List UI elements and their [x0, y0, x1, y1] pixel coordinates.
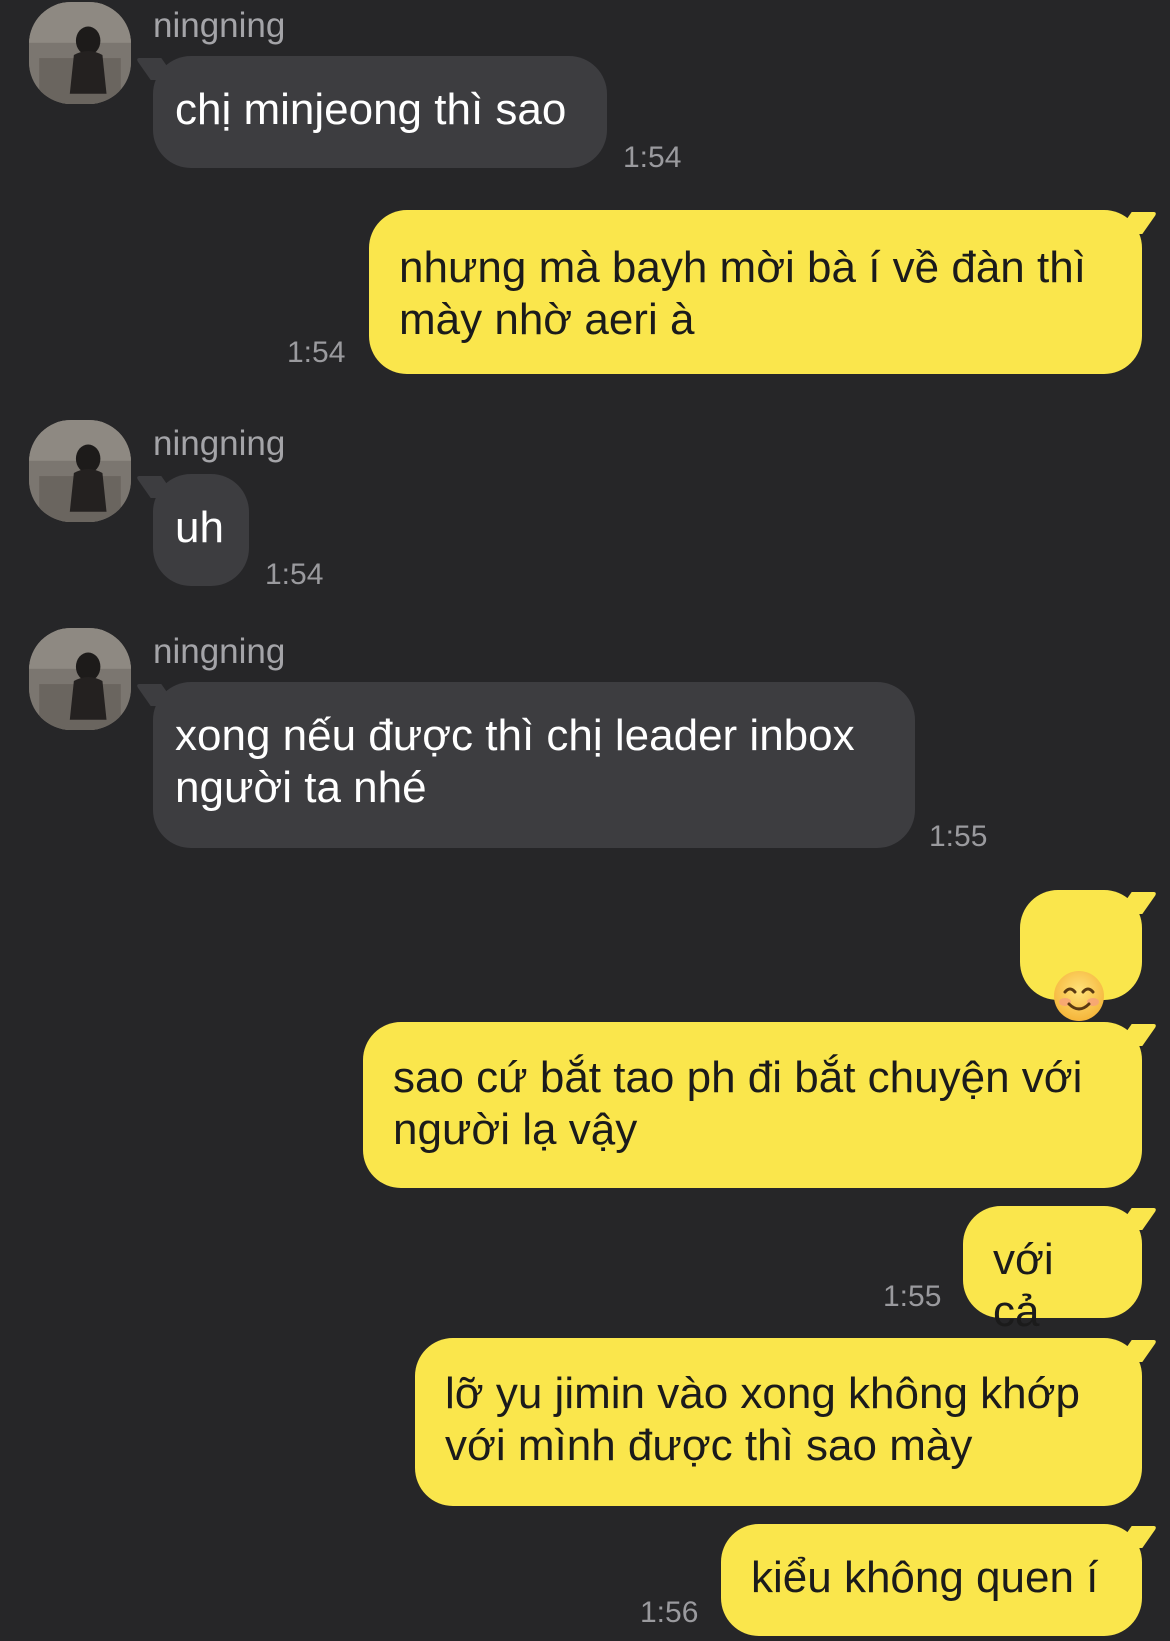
avatar-photo-icon — [29, 2, 131, 104]
message-timestamp: 1:55 — [883, 1280, 942, 1313]
sender-avatar[interactable] — [29, 628, 131, 730]
incoming-message-bubble[interactable]: chị minjeong thì sao — [153, 56, 607, 168]
sender-avatar[interactable] — [29, 420, 131, 522]
sender-name: ningning — [153, 632, 286, 671]
incoming-message-bubble[interactable]: uh — [153, 474, 249, 586]
outgoing-emoji-bubble[interactable] — [1020, 890, 1142, 1021]
outgoing-message-bubble[interactable]: kiểu không quen í — [721, 1524, 1142, 1636]
outgoing-message-bubble[interactable]: sao cứ bắt tao ph đi bắt chuyện với ngườ… — [363, 1022, 1142, 1188]
incoming-message-bubble[interactable]: xong nếu được thì chị leader inbox người… — [153, 682, 915, 848]
outgoing-message-bubble[interactable]: với cả — [963, 1206, 1142, 1336]
avatar-photo-icon — [29, 420, 131, 522]
smiling-face-emoji-icon — [1054, 971, 1104, 1021]
sender-name: ningning — [153, 6, 286, 45]
message-timestamp: 1:54 — [287, 336, 346, 369]
message-timestamp: 1:54 — [623, 141, 682, 174]
outgoing-message-bubble[interactable]: nhưng mà bayh mời bà í về đàn thì mày nh… — [369, 210, 1142, 374]
sender-avatar[interactable] — [29, 2, 131, 104]
message-timestamp: 1:54 — [265, 558, 324, 591]
message-timestamp: 1:56 — [640, 1596, 699, 1629]
outgoing-message-bubble[interactable]: lỡ yu jimin vào xong không khớp với mình… — [415, 1338, 1142, 1506]
sender-name: ningning — [153, 424, 286, 463]
message-timestamp: 1:55 — [929, 820, 988, 853]
avatar-photo-icon — [29, 628, 131, 730]
